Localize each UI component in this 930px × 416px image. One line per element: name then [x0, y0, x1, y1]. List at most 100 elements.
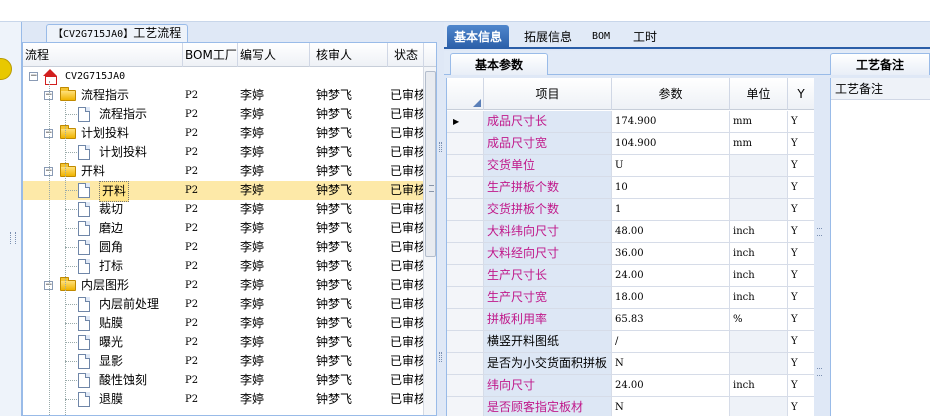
- tab-extended-info[interactable]: 拓展信息: [517, 25, 579, 49]
- tree-node[interactable]: − 计划投料: [23, 124, 183, 143]
- tree-node[interactable]: 开料: [23, 181, 183, 202]
- tree-row[interactable]: − 内层图形 P2 李婷 钟梦飞 已审核: [23, 276, 426, 295]
- param-value-cell[interactable]: 104.900: [612, 133, 730, 154]
- tree-row[interactable]: − CV2G715JA0: [23, 67, 423, 86]
- param-flag-cell[interactable]: Y: [788, 331, 814, 352]
- row-header[interactable]: [447, 243, 484, 264]
- row-header[interactable]: [447, 287, 484, 308]
- param-flag-cell[interactable]: Y: [788, 199, 814, 220]
- col-header-param[interactable]: 参数: [612, 78, 730, 110]
- param-flag-cell[interactable]: Y: [788, 309, 814, 330]
- tab-basic-info[interactable]: 基本信息: [447, 25, 510, 49]
- param-value-cell[interactable]: 65.83: [612, 309, 730, 330]
- tree-node[interactable]: 圆角: [23, 238, 183, 257]
- tree-row[interactable]: 圆角 P2 李婷 钟梦飞 已审核: [23, 238, 426, 257]
- tree-node[interactable]: 计划投料: [23, 143, 183, 162]
- tree-row[interactable]: 内层前处理 P2 李婷 钟梦飞 已审核: [23, 295, 426, 314]
- tree-row[interactable]: 裁切 P2 李婷 钟梦飞 已审核: [23, 200, 426, 219]
- tab-basic-params[interactable]: 基本参数: [450, 53, 548, 75]
- tree-node[interactable]: 贴膜: [23, 314, 183, 333]
- param-value-cell[interactable]: 174.900: [612, 111, 730, 132]
- tree-node[interactable]: 打标: [23, 257, 183, 276]
- tree-row[interactable]: 开料 P2 李婷 钟梦飞 已审核: [23, 181, 426, 202]
- tree-row[interactable]: 计划投料 P2 李婷 钟梦飞 已审核: [23, 143, 426, 162]
- param-flag-cell[interactable]: Y: [788, 155, 814, 176]
- grid-row[interactable]: 交货单位 U Y: [447, 155, 814, 177]
- tree-scrollbar[interactable]: [423, 67, 436, 415]
- col-header-reviewer[interactable]: 核审人: [310, 43, 388, 67]
- param-unit-cell[interactable]: %: [730, 309, 788, 330]
- param-unit-cell[interactable]: inch: [730, 221, 788, 242]
- tree-node[interactable]: − 流程指示: [23, 86, 183, 105]
- col-header-unit[interactable]: 单位: [730, 78, 788, 110]
- grid-row[interactable]: 纬向尺寸 24.00 inch Y: [447, 375, 814, 397]
- tab-bom[interactable]: BOM: [585, 25, 617, 49]
- param-flag-cell[interactable]: Y: [788, 177, 814, 198]
- grid-row[interactable]: 大料纬向尺寸 48.00 inch Y: [447, 221, 814, 243]
- param-unit-cell[interactable]: [730, 331, 788, 352]
- param-unit-cell[interactable]: [730, 199, 788, 220]
- grid-row[interactable]: ▶ 成品尺寸长 174.900 mm Y: [447, 111, 814, 133]
- tree-row[interactable]: 贴膜 P2 李婷 钟梦飞 已审核: [23, 314, 426, 333]
- param-unit-cell[interactable]: mm: [730, 111, 788, 132]
- grid-row[interactable]: 成品尺寸宽 104.900 mm Y: [447, 133, 814, 155]
- grid-row[interactable]: 大料经向尺寸 36.00 inch Y: [447, 243, 814, 265]
- tree-node[interactable]: 酸性蚀刻: [23, 371, 183, 390]
- tree-row[interactable]: − 流程指示 P2 李婷 钟梦飞 已审核: [23, 86, 426, 105]
- param-value-cell[interactable]: N: [612, 397, 730, 416]
- tree-node[interactable]: 显影: [23, 352, 183, 371]
- col-header-bom[interactable]: BOM工厂: [183, 43, 238, 67]
- tree-row[interactable]: 流程指示 P2 李婷 钟梦飞 已审核: [23, 105, 426, 124]
- grid-row[interactable]: 生产尺寸宽 18.00 inch Y: [447, 287, 814, 309]
- param-value-cell[interactable]: 24.00: [612, 375, 730, 396]
- param-value-cell[interactable]: U: [612, 155, 730, 176]
- row-header[interactable]: [447, 397, 484, 416]
- param-flag-cell[interactable]: Y: [788, 111, 814, 132]
- param-flag-cell[interactable]: Y: [788, 221, 814, 242]
- tree-node[interactable]: 内层前处理: [23, 295, 183, 314]
- param-unit-cell[interactable]: [730, 397, 788, 416]
- param-flag-cell[interactable]: Y: [788, 375, 814, 396]
- param-unit-cell[interactable]: inch: [730, 375, 788, 396]
- splitter-grip-icon[interactable]: [10, 232, 16, 244]
- tree-node[interactable]: 曝光: [23, 333, 183, 352]
- current-row-indicator-icon[interactable]: ▶: [447, 111, 484, 132]
- param-value-cell[interactable]: 1: [612, 199, 730, 220]
- tree-node[interactable]: − 开料: [23, 162, 183, 181]
- tree-row[interactable]: − 计划投料 P2 李婷 钟梦飞 已审核: [23, 124, 426, 143]
- param-flag-cell[interactable]: Y: [788, 353, 814, 374]
- grid-corner-icon[interactable]: [447, 78, 484, 110]
- tree-scrollbar-thumb[interactable]: [425, 71, 436, 257]
- col-header-author[interactable]: 编写人: [238, 43, 310, 67]
- tree-row[interactable]: 酸性蚀刻 P2 李婷 钟梦飞 已审核: [23, 371, 426, 390]
- param-flag-cell[interactable]: Y: [788, 265, 814, 286]
- process-flow-tab[interactable]: 【CV2G715JA0】工艺流程: [46, 24, 189, 42]
- param-value-cell[interactable]: 10: [612, 177, 730, 198]
- collapse-toggle-icon[interactable]: −: [29, 72, 38, 81]
- tree-row[interactable]: 磨边 P2 李婷 钟梦飞 已审核: [23, 219, 426, 238]
- row-header[interactable]: [447, 265, 484, 286]
- tree-node[interactable]: 裁切: [23, 200, 183, 219]
- tree-node[interactable]: 退膜: [23, 390, 183, 409]
- col-header-item[interactable]: 项目: [484, 78, 612, 110]
- grid-row[interactable]: 生产尺寸长 24.00 inch Y: [447, 265, 814, 287]
- col-header-status[interactable]: 状态: [388, 43, 424, 67]
- tab-process-notes[interactable]: 工艺备注: [830, 53, 930, 75]
- param-value-cell[interactable]: 48.00: [612, 221, 730, 242]
- tree-row[interactable]: − 开料 P2 李婷 钟梦飞 已审核: [23, 162, 426, 181]
- row-header[interactable]: [447, 199, 484, 220]
- tab-work-hours[interactable]: 工时: [626, 25, 664, 49]
- main-splitter[interactable]: [437, 22, 444, 416]
- param-unit-cell[interactable]: inch: [730, 265, 788, 286]
- param-value-cell[interactable]: N: [612, 353, 730, 374]
- row-header[interactable]: [447, 353, 484, 374]
- param-flag-cell[interactable]: Y: [788, 287, 814, 308]
- row-header[interactable]: [447, 133, 484, 154]
- tree-row[interactable]: 打标 P2 李婷 钟梦飞 已审核: [23, 257, 426, 276]
- tree-row[interactable]: 曝光 P2 李婷 钟梦飞 已审核: [23, 333, 426, 352]
- tree-row[interactable]: 显影 P2 李婷 钟梦飞 已审核: [23, 352, 426, 371]
- col-header-flow[interactable]: 流程: [23, 43, 183, 67]
- param-unit-cell[interactable]: [730, 177, 788, 198]
- row-header[interactable]: [447, 309, 484, 330]
- param-unit-cell[interactable]: inch: [730, 243, 788, 264]
